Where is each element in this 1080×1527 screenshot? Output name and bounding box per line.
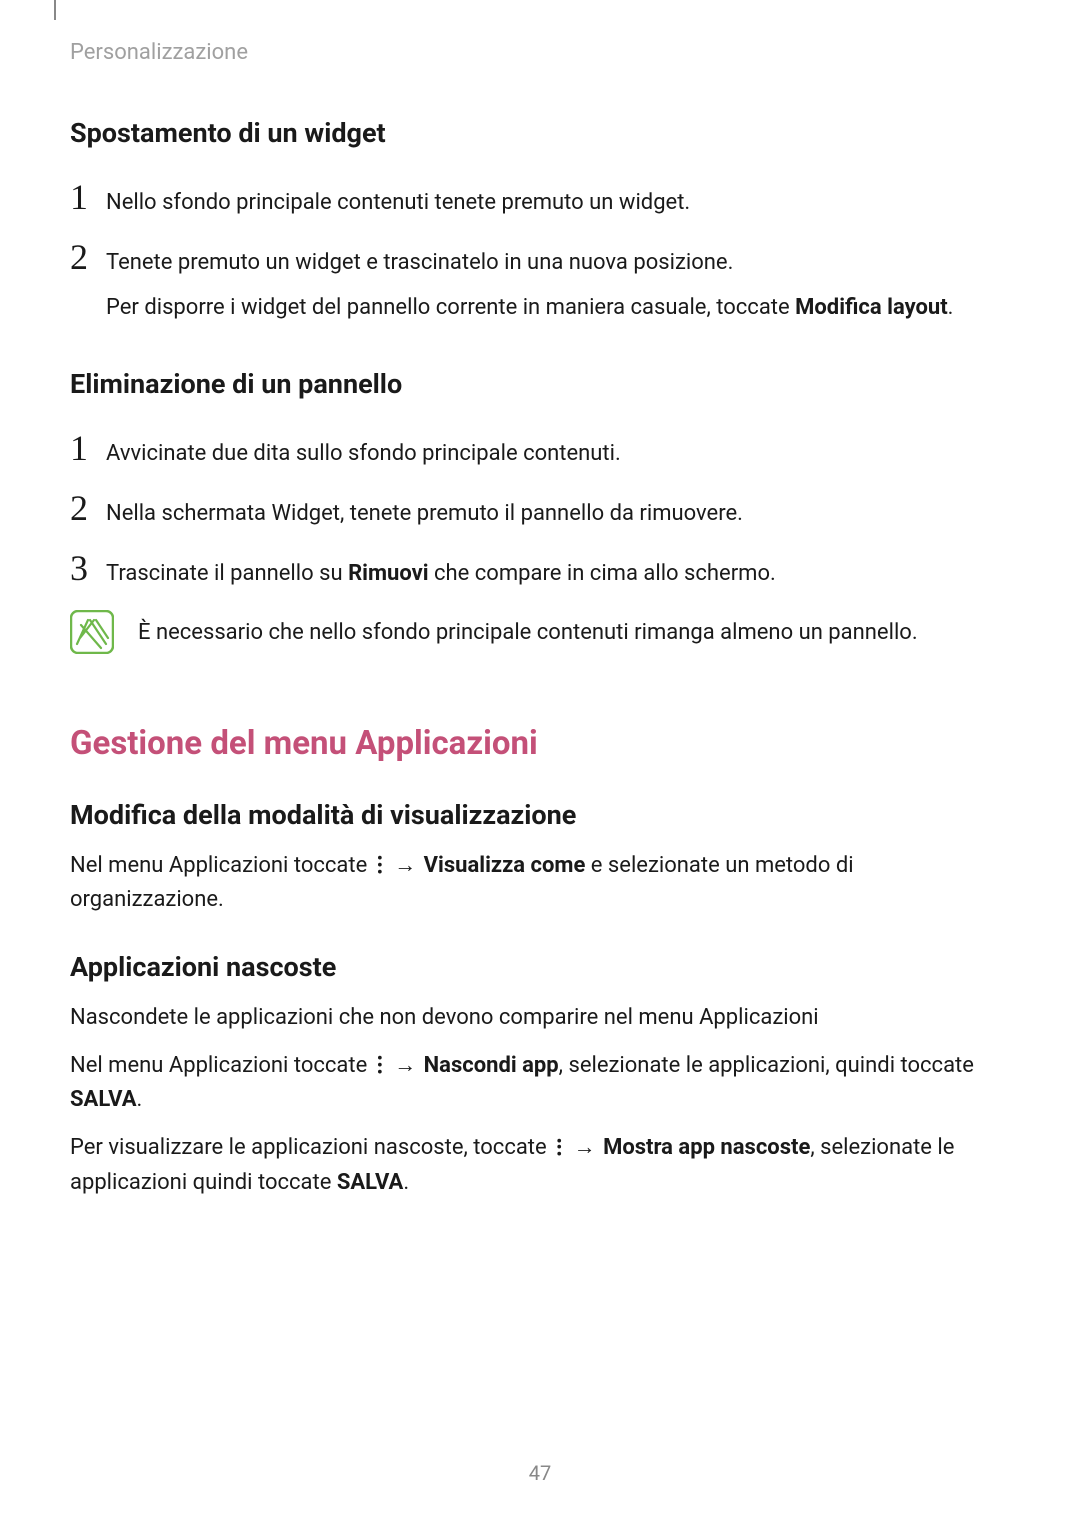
bold-text: Rimuovi (348, 561, 429, 586)
more-options-icon (373, 1055, 387, 1075)
heading-hidden-apps: Applicazioni nascoste (70, 951, 1010, 983)
step-number: 3 (70, 550, 106, 586)
bold-text: SALVA (337, 1170, 403, 1195)
paragraph: Nel menu Applicazioni toccate → Nascondi… (70, 1049, 1010, 1117)
step-number: 2 (70, 239, 106, 275)
more-options-icon (552, 1138, 566, 1158)
section-hidden-apps: Applicazioni nascoste Nascondete le appl… (70, 951, 1010, 1199)
more-options-icon (373, 855, 387, 875)
page-section-header: Personalizzazione (70, 40, 1010, 65)
text: Nel menu Applicazioni toccate (70, 1053, 373, 1078)
text: Nel menu Applicazioni toccate (70, 853, 373, 878)
text: Per disporre i widget del pannello corre… (106, 295, 795, 320)
note-icon (70, 610, 114, 654)
paragraph: Nel menu Applicazioni toccate → Visualiz… (70, 849, 1010, 917)
bold-text: Mostra app nascoste (603, 1135, 810, 1160)
arrow-icon: → (394, 1049, 416, 1083)
text: , selezionate le applicazioni, quindi to… (559, 1053, 974, 1078)
text: . (948, 295, 954, 320)
heading-delete-panel: Eliminazione di un pannello (70, 368, 1010, 400)
text: . (403, 1170, 409, 1195)
step-text: Nella schermata Widget, tenete premuto i… (106, 491, 743, 530)
bold-text: SALVA (70, 1087, 136, 1112)
text: Tenete premuto un widget e trascinatelo … (106, 250, 733, 275)
note-row: È necessario che nello sfondo principale… (70, 610, 1010, 654)
section-view-mode: Modifica della modalità di visualizzazio… (70, 799, 1010, 917)
step-3: 3 Trascinate il pannello su Rimuovi che … (70, 550, 1010, 590)
note-text: È necessario che nello sfondo principale… (138, 616, 918, 649)
text: Per disporre i widget del pannello corre… (106, 291, 953, 324)
text: Trascinate il pannello su (106, 561, 348, 586)
heading-move-widget: Spostamento di un widget (70, 117, 1010, 149)
step-text: Tenete premuto un widget e trascinatelo … (106, 240, 953, 324)
header-tick (54, 0, 56, 20)
bold-text: Modifica layout (795, 295, 948, 320)
section-move-widget: Spostamento di un widget 1 Nello sfondo … (70, 117, 1010, 324)
step-text: Nello sfondo principale contenuti tenete… (106, 180, 690, 219)
heading-manage-apps: Gestione del menu Applicazioni (70, 724, 1010, 763)
step-text: Avvicinate due dita sullo sfondo princip… (106, 431, 621, 470)
step-1: 1 Avvicinate due dita sullo sfondo princ… (70, 430, 1010, 470)
text: che compare in cima allo schermo. (429, 561, 776, 586)
step-number: 1 (70, 179, 106, 215)
page-content: Personalizzazione Spostamento di un widg… (0, 0, 1080, 1304)
step-text: Trascinate il pannello su Rimuovi che co… (106, 551, 776, 590)
page-number: 47 (0, 1461, 1080, 1485)
bold-text: Nascondi app (424, 1053, 559, 1078)
step-2: 2 Tenete premuto un widget e trascinatel… (70, 239, 1010, 324)
step-number: 2 (70, 490, 106, 526)
arrow-icon: → (394, 849, 416, 883)
paragraph: Per visualizzare le applicazioni nascost… (70, 1131, 1010, 1199)
text: Per visualizzare le applicazioni nascost… (70, 1135, 552, 1160)
step-2: 2 Nella schermata Widget, tenete premuto… (70, 490, 1010, 530)
paragraph: Nascondete le applicazioni che non devon… (70, 1001, 1010, 1035)
section-delete-panel: Eliminazione di un pannello 1 Avvicinate… (70, 368, 1010, 654)
heading-view-mode: Modifica della modalità di visualizzazio… (70, 799, 1010, 831)
arrow-icon: → (574, 1131, 596, 1165)
step-1: 1 Nello sfondo principale contenuti tene… (70, 179, 1010, 219)
step-number: 1 (70, 430, 106, 466)
text: . (136, 1087, 142, 1112)
bold-text: Visualizza come (424, 853, 586, 878)
